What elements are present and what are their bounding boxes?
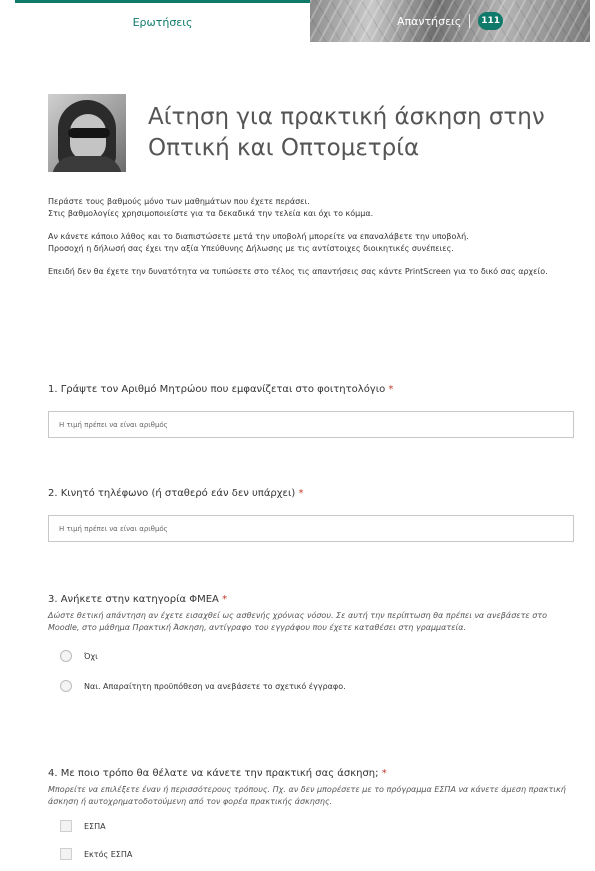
option-label: ΕΣΠΑ bbox=[84, 821, 106, 831]
question-3: 3. Ανήκετε στην κατηγορία ΦΜΕΑ * Δώστε θ… bbox=[48, 593, 578, 696]
checkbox-option-espa[interactable]: ΕΣΠΑ bbox=[60, 816, 578, 836]
tab-responses[interactable]: Απαντήσεις 111 bbox=[310, 0, 590, 42]
option-label: Εκτός ΕΣΠΑ bbox=[84, 849, 133, 859]
question-1-text: 1. Γράψτε τον Αριθμό Μητρώου που εμφανίζ… bbox=[48, 384, 386, 395]
question-2-text: 2. Κινητό τηλέφωνο (ή σταθερό εάν δεν υπ… bbox=[48, 488, 296, 499]
form-title: Αίτηση για πρακτική άσκηση στην Οπτική κ… bbox=[148, 104, 545, 161]
tab-separator bbox=[469, 14, 471, 28]
question-2: 2. Κινητό τηλέφωνο (ή σταθερό εάν δεν υπ… bbox=[48, 487, 578, 542]
required-marker: * bbox=[388, 384, 394, 395]
radio-option-yes[interactable]: Ναι. Απαραίτητη προϋπόθεση να ανεβάσετε … bbox=[60, 676, 578, 696]
description-line: Περάστε τους βαθμούς μόνο των μαθημάτων … bbox=[48, 197, 310, 206]
description-paragraph: Επειδή δεν θα έχετε την δυνατότητα να τυ… bbox=[48, 266, 578, 278]
radio-button[interactable] bbox=[60, 650, 72, 662]
question-2-title: 2. Κινητό τηλέφωνο (ή σταθερό εάν δεν υπ… bbox=[48, 487, 578, 501]
radio-button[interactable] bbox=[60, 680, 72, 692]
description-line: Αν κάνετε κάποιο λάθος και το διαπιστώσε… bbox=[48, 232, 469, 241]
question-3-hint: Δώστε θετική απάντηση αν έχετε εισαχθεί … bbox=[48, 611, 548, 632]
question-1: 1. Γράψτε τον Αριθμό Μητρώου που εμφανίζ… bbox=[48, 383, 578, 438]
question-1-title: 1. Γράψτε τον Αριθμό Μητρώου που εμφανίζ… bbox=[48, 383, 578, 397]
question-3-text: 3. Ανήκετε στην κατηγορία ΦΜΕΑ bbox=[48, 594, 219, 605]
question-4: 4. Με ποιο τρόπο θα θέλατε να κάνετε την… bbox=[48, 767, 578, 864]
option-label: Ναι. Απαραίτητη προϋπόθεση να ανεβάσετε … bbox=[84, 681, 346, 691]
form-description: Περάστε τους βαθμούς μόνο των μαθημάτων … bbox=[48, 196, 578, 289]
question-4-hint: Μπορείτε να επιλέξετε έναν ή περισσότερο… bbox=[48, 785, 566, 806]
description-line: Στις βαθμολογίες χρησιμοποιείστε για τα … bbox=[48, 209, 374, 218]
checkbox[interactable] bbox=[60, 820, 72, 832]
description-line: Προσοχή η δήλωσή σας έχει την αξία Υπεύθ… bbox=[48, 244, 454, 253]
responses-count-badge: 111 bbox=[478, 12, 504, 30]
form-header: Αίτηση για πρακτική άσκηση στην Οπτική κ… bbox=[48, 94, 578, 179]
description-paragraph: Περάστε τους βαθμούς μόνο των μαθημάτων … bbox=[48, 196, 578, 220]
phone-input[interactable] bbox=[48, 515, 574, 542]
description-line: Επειδή δεν θα έχετε την δυνατότητα να τυ… bbox=[48, 267, 548, 276]
question-3-title: 3. Ανήκετε στην κατηγορία ΦΜΕΑ * bbox=[48, 593, 578, 607]
checkbox-option-non-espa[interactable]: Εκτός ΕΣΠΑ bbox=[60, 844, 578, 864]
form-avatar bbox=[48, 94, 126, 172]
tab-questions-label: Ερωτήσεις bbox=[132, 16, 193, 29]
required-marker: * bbox=[222, 594, 228, 605]
checkbox[interactable] bbox=[60, 848, 72, 860]
question-4-text: 4. Με ποιο τρόπο θα θέλατε να κάνετε την… bbox=[48, 768, 379, 779]
description-paragraph: Αν κάνετε κάποιο λάθος και το διαπιστώσε… bbox=[48, 231, 578, 255]
question-4-title: 4. Με ποιο τρόπο θα θέλατε να κάνετε την… bbox=[48, 767, 578, 781]
required-marker: * bbox=[381, 768, 387, 779]
tab-responses-label: Απαντήσεις bbox=[396, 14, 462, 28]
required-marker: * bbox=[298, 488, 304, 499]
form-page: Ερωτήσεις Απαντήσεις 111 Αίτηση για πρακ… bbox=[0, 0, 595, 871]
tab-bar: Ερωτήσεις Απαντήσεις 111 bbox=[15, 0, 590, 42]
tab-questions[interactable]: Ερωτήσεις bbox=[15, 0, 310, 42]
radio-option-no[interactable]: Όχι bbox=[60, 646, 578, 666]
option-label: Όχι bbox=[84, 651, 98, 661]
student-id-input[interactable] bbox=[48, 411, 574, 438]
